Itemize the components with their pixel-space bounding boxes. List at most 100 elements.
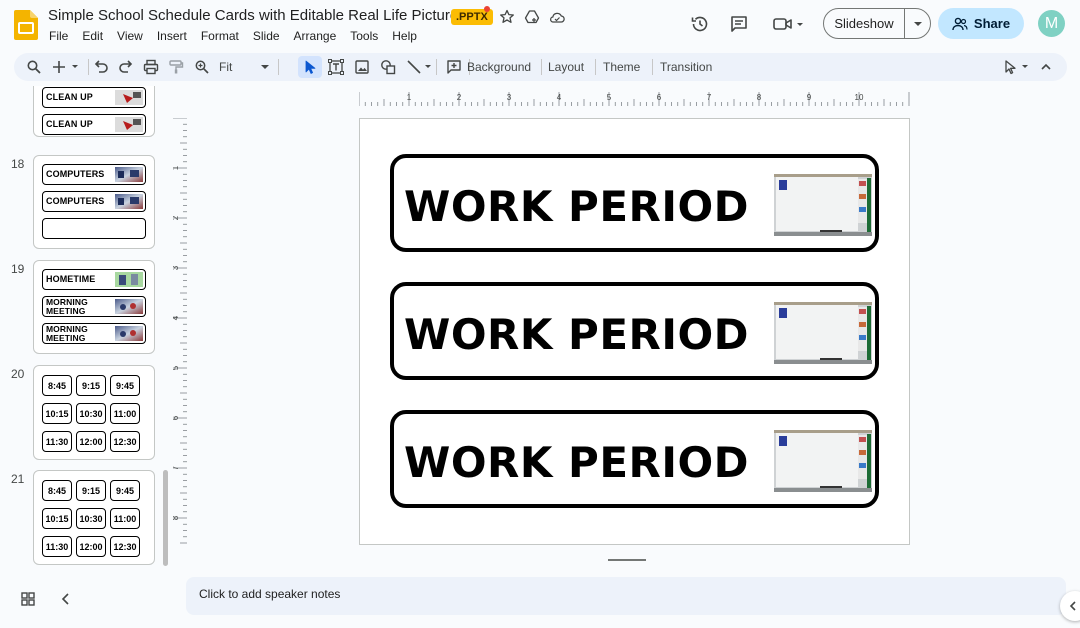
document-title[interactable]: Simple School Schedule Cards with Editab…: [48, 7, 466, 24]
slide-thumbnail-19[interactable]: HOMETIME MORNING MEETING MORNING MEETING: [33, 260, 155, 354]
time-box: 10:30: [76, 403, 106, 424]
menu-tools[interactable]: Tools: [350, 29, 378, 43]
zoom-select[interactable]: Fit: [219, 60, 232, 74]
card-label[interactable]: WORK PERIOD: [404, 310, 749, 359]
new-slide-plus-icon[interactable]: [52, 59, 82, 75]
collapse-filmstrip-chevron-left-icon[interactable]: [58, 591, 74, 607]
cloud-status-icon[interactable]: [549, 9, 565, 25]
time-box: 12:30: [110, 536, 140, 557]
thumb-card-picture: [115, 90, 143, 105]
share-button[interactable]: Share: [938, 8, 1024, 39]
version-history-icon[interactable]: [690, 14, 710, 34]
toolbar-divider: [436, 59, 437, 75]
comments-icon[interactable]: [729, 14, 749, 34]
time-box: 10:30: [76, 508, 106, 529]
toolbar-divider: [278, 59, 279, 75]
slide-thumbnail-21[interactable]: 8:45 9:15 9:45 10:15 10:30 11:00 11:30 1…: [33, 470, 155, 565]
zoom-icon[interactable]: [194, 59, 210, 75]
insert-image-icon[interactable]: [354, 59, 370, 75]
menu-file[interactable]: File: [49, 29, 68, 43]
filmstrip-scrollbar[interactable]: [163, 470, 168, 566]
ruler-label: 4: [173, 315, 180, 320]
ruler-label: 2: [173, 215, 180, 220]
background-button[interactable]: Background: [467, 60, 531, 74]
schedule-card[interactable]: WORK PERIOD: [390, 154, 879, 252]
whiteboard-picture[interactable]: [774, 174, 872, 236]
horizontal-ruler[interactable]: 1 2 3 4 5 6 7 8 9 10: [359, 92, 911, 106]
slides-logo-icon[interactable]: [14, 10, 38, 40]
schedule-card[interactable]: WORK PERIOD: [390, 410, 879, 508]
whiteboard-picture[interactable]: [774, 430, 872, 492]
menu-edit[interactable]: Edit: [82, 29, 103, 43]
slide-number: 21: [11, 472, 25, 486]
menu-arrange[interactable]: Arrange: [294, 29, 337, 43]
menu-insert[interactable]: Insert: [157, 29, 187, 43]
ruler-label: 8: [757, 93, 762, 102]
toolbar-divider: [541, 59, 542, 75]
card-label[interactable]: WORK PERIOD: [404, 182, 749, 231]
schedule-card[interactable]: WORK PERIOD: [390, 282, 879, 380]
thumb-card-label: MORNING MEETING: [46, 297, 88, 316]
toolbar-divider: [595, 59, 596, 75]
speaker-notes-area[interactable]: Click to add speaker notes: [186, 577, 1066, 615]
meet-camera-icon[interactable]: [772, 14, 808, 34]
thumb-card-picture: [115, 117, 143, 132]
thumb-card-picture: [115, 194, 143, 209]
slide-number: 19: [11, 262, 25, 276]
time-box: 9:45: [110, 480, 140, 501]
thumb-card-empty: [42, 218, 146, 239]
menu-view[interactable]: View: [117, 29, 143, 43]
ruler-label: 3: [507, 93, 512, 102]
ruler-label: 8: [173, 515, 180, 520]
zoom-caret-down-icon[interactable]: [260, 59, 270, 75]
vertical-ruler[interactable]: 1 2 3 4 5 6 7 8: [173, 118, 187, 546]
line-tool-icon[interactable]: [406, 59, 436, 75]
layout-button[interactable]: Layout: [548, 60, 584, 74]
editing-mode-icon[interactable]: [1003, 59, 1033, 75]
caret-down-icon: [913, 21, 922, 26]
menu-slide[interactable]: Slide: [253, 29, 280, 43]
select-cursor-icon[interactable]: [302, 59, 318, 75]
thumb-card-label: COMPUTERS: [46, 196, 105, 206]
shape-icon[interactable]: [380, 59, 396, 75]
whiteboard-picture[interactable]: [774, 302, 872, 364]
grid-view-icon[interactable]: [20, 591, 36, 607]
print-icon[interactable]: [143, 59, 159, 75]
menu-format[interactable]: Format: [201, 29, 239, 43]
paint-format-icon[interactable]: [168, 59, 184, 75]
slide-canvas[interactable]: WORK PERIOD WORK PERIOD WORK PERIOD: [359, 118, 910, 545]
theme-button[interactable]: Theme: [603, 60, 640, 74]
time-box: 11:30: [42, 536, 72, 557]
text-box-icon[interactable]: [328, 59, 344, 75]
card-label[interactable]: WORK PERIOD: [404, 438, 749, 487]
time-box: 12:00: [76, 431, 106, 452]
account-avatar[interactable]: M: [1038, 10, 1065, 37]
undo-icon[interactable]: [93, 59, 109, 75]
slide-number: 18: [11, 157, 25, 171]
star-icon[interactable]: [499, 9, 515, 25]
side-panel-toggle[interactable]: [1060, 591, 1080, 621]
ruler-label: 6: [657, 93, 662, 102]
time-box: 12:00: [76, 536, 106, 557]
slide-thumbnail-17[interactable]: CLEAN UP CLEAN UP: [33, 86, 155, 137]
menu-help[interactable]: Help: [392, 29, 417, 43]
slideshow-button[interactable]: Slideshow: [824, 16, 904, 31]
menu-bar: File Edit View Insert Format Slide Arran…: [49, 29, 431, 43]
add-comment-icon[interactable]: [446, 59, 462, 75]
slideshow-options-button[interactable]: [905, 21, 930, 27]
collapse-toolbar-chevron-up-icon[interactable]: [1038, 59, 1054, 75]
transition-button[interactable]: Transition: [660, 60, 712, 74]
move-to-drive-icon[interactable]: [524, 9, 540, 25]
notes-resize-handle[interactable]: [608, 559, 646, 561]
chevron-left-icon: [1069, 601, 1076, 611]
slideshow-button-group: Slideshow: [823, 8, 931, 39]
speaker-notes-placeholder: Click to add speaker notes: [199, 587, 341, 601]
search-menus-icon[interactable]: [26, 59, 42, 75]
slide-thumbnail-20[interactable]: 8:45 9:15 9:45 10:15 10:30 11:00 11:30 1…: [33, 365, 155, 460]
thumb-card: CLEAN UP: [42, 114, 146, 135]
thumb-card: COMPUTERS: [42, 191, 146, 212]
redo-icon[interactable]: [118, 59, 134, 75]
slide-filmstrip[interactable]: CLEAN UP CLEAN UP 18 COMPUTERS COMPUTERS…: [0, 86, 170, 570]
time-box: 8:45: [42, 375, 72, 396]
slide-thumbnail-18[interactable]: COMPUTERS COMPUTERS: [33, 155, 155, 249]
